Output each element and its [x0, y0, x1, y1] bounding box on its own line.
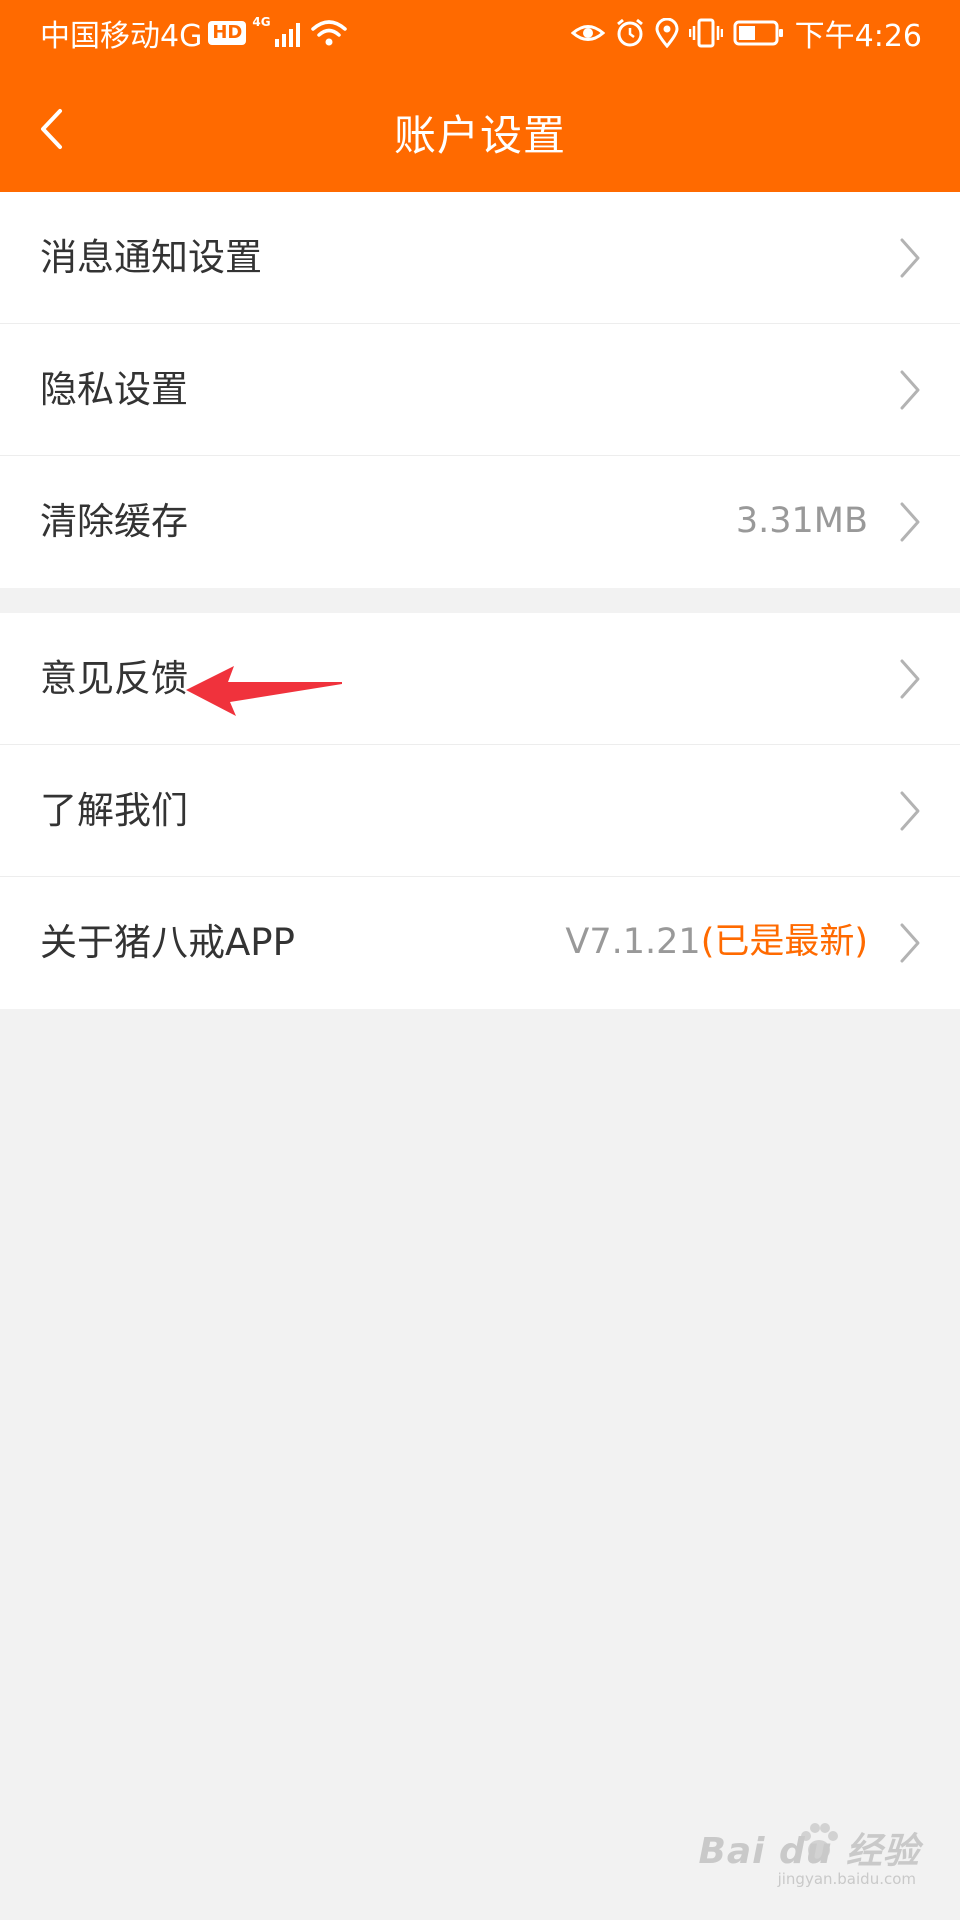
- latest-version-badge: (已是最新): [700, 922, 868, 962]
- app-version-value: V7.1.21(已是最新): [565, 877, 868, 1008]
- wifi-icon: [310, 20, 347, 46]
- settings-group-about: 意见反馈 了解我们 关于猪八戒APP V7.1.21(已是最新): [0, 613, 960, 1009]
- app-header: 中国移动4G HD 4G 下午4:26 账户设置: [0, 0, 960, 192]
- nav-bar: 账户设置: [0, 66, 960, 192]
- row-about-us[interactable]: 了解我们: [0, 745, 960, 877]
- chevron-right-icon: [900, 238, 920, 278]
- row-label: 意见反馈: [40, 657, 188, 700]
- row-label: 消息通知设置: [40, 236, 262, 279]
- status-left: 中国移动4G HD 4G: [40, 14, 347, 54]
- settings-group-general: 消息通知设置 隐私设置 清除缓存 3.31MB: [0, 192, 960, 588]
- row-label: 关于猪八戒APP: [40, 921, 295, 964]
- status-right: 下午4:26: [570, 14, 922, 54]
- location-icon: [655, 18, 679, 48]
- carrier-label: 中国移动4G: [40, 19, 203, 54]
- chevron-right-icon: [900, 502, 920, 542]
- signal-bars-icon: [274, 23, 300, 47]
- chevron-right-icon: [900, 923, 920, 963]
- watermark-url: jingyan.baidu.com: [777, 1870, 916, 1888]
- row-label: 清除缓存: [40, 500, 188, 543]
- chevron-right-icon: [900, 370, 920, 410]
- vibrate-icon: [688, 18, 723, 48]
- version-number: V7.1.21: [565, 922, 701, 962]
- watermark-text: Bai du 经验: [698, 1831, 920, 1872]
- status-bar: 中国移动4G HD 4G 下午4:26: [0, 0, 960, 66]
- network-type-label: 4G: [252, 15, 271, 29]
- page-title: 账户设置: [393, 111, 566, 160]
- baidu-jingyan-watermark: Bai du 经验 jingyan.baidu.com: [698, 1822, 920, 1892]
- cache-size-value: 3.31MB: [735, 501, 868, 541]
- eye-icon: [570, 25, 605, 41]
- alarm-icon: [616, 18, 643, 47]
- row-label: 了解我们: [40, 789, 188, 832]
- chevron-right-icon: [900, 791, 920, 831]
- battery-icon: [733, 20, 783, 46]
- row-feedback[interactable]: 意见反馈: [0, 613, 960, 745]
- row-clear-cache[interactable]: 清除缓存 3.31MB: [0, 456, 960, 588]
- hd-badge: HD: [208, 21, 247, 45]
- row-label: 隐私设置: [40, 368, 188, 411]
- row-message-notification[interactable]: 消息通知设置: [0, 192, 960, 324]
- clock-time: 下午4:26: [794, 19, 922, 54]
- chevron-right-icon: [900, 659, 920, 699]
- row-about-app[interactable]: 关于猪八戒APP V7.1.21(已是最新): [0, 877, 960, 1009]
- row-privacy[interactable]: 隐私设置: [0, 324, 960, 456]
